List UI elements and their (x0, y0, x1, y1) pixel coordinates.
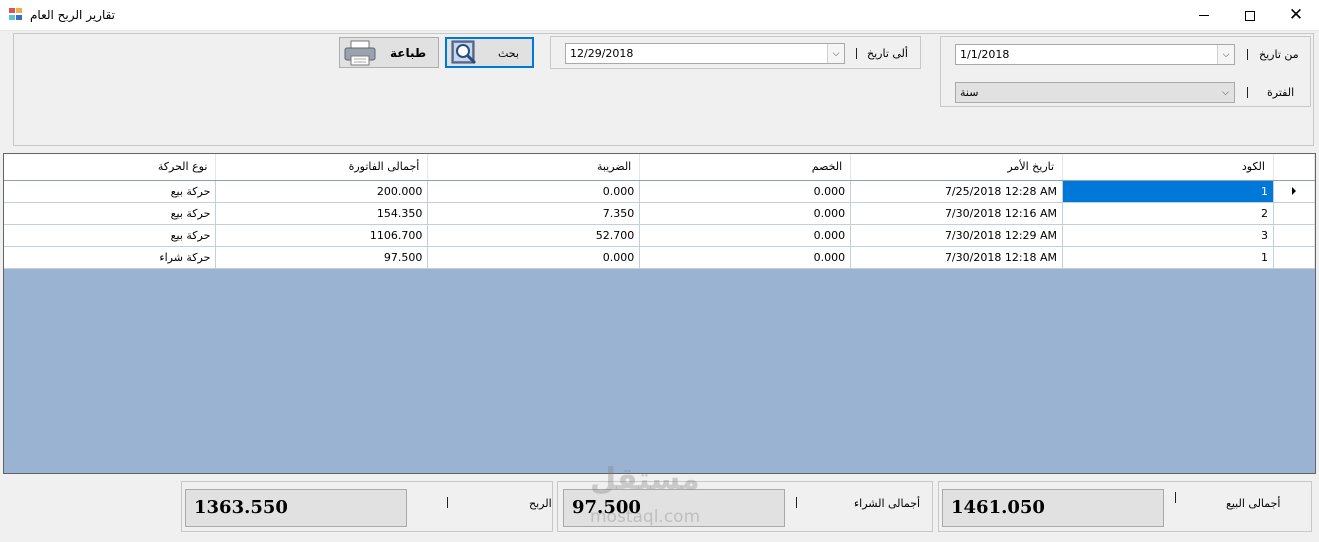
table-row[interactable]: حركة بيع 154.350 7.350 0.000 7/30/2018 1… (4, 202, 1315, 225)
maximize-icon (1245, 10, 1255, 21)
cell-tax[interactable]: 7.350 (427, 202, 641, 225)
profit-label: الربح (529, 497, 552, 510)
table-row[interactable]: حركة بيع 1106.700 52.700 0.000 7/30/2018… (4, 224, 1315, 247)
cell-invoice-total[interactable]: 1106.700 (215, 224, 429, 247)
column-header-tax[interactable]: الضريبة (427, 154, 641, 181)
column-header-movement-type[interactable]: نوع الحركة (4, 154, 217, 181)
chevron-down-icon[interactable]: ⌵ (1217, 45, 1234, 64)
maximize-button[interactable] (1227, 0, 1273, 31)
from-date-value: 1/1/2018 (960, 48, 1010, 61)
cell-tax[interactable]: 52.700 (427, 224, 641, 247)
printer-icon (344, 40, 376, 66)
cell-tax[interactable]: 0.000 (427, 246, 641, 269)
sales-total-label: أجمالى البيع (1226, 497, 1281, 510)
separator (447, 497, 448, 508)
table-header: نوع الحركة أجمالى الفاتورة الضريبة الخصم… (4, 154, 1315, 181)
title-bar: تقارير الربح العام ✕ (0, 0, 1319, 31)
profit-group: 1363.550 الربح (181, 481, 553, 532)
results-table: نوع الحركة أجمالى الفاتورة الضريبة الخصم… (4, 154, 1315, 269)
cell-order-date[interactable]: 7/25/2018 12:28 AM (850, 180, 1064, 203)
period-label: الفترة (1267, 86, 1295, 99)
print-button-label: طباعة (390, 46, 427, 60)
chevron-down-icon[interactable]: ⌵ (1217, 83, 1234, 102)
cell-invoice-total[interactable]: 97.500 (215, 246, 429, 269)
row-header[interactable] (1273, 246, 1315, 269)
row-header[interactable] (1273, 202, 1315, 225)
print-button[interactable]: طباعة (339, 37, 439, 68)
from-date-group: 1/1/2018 ⌵ من تاريخ سنة ⌵ الفترة (940, 36, 1311, 107)
period-value: سنة (960, 86, 979, 99)
row-header[interactable] (1273, 224, 1315, 247)
cell-order-date[interactable]: 7/30/2018 12:29 AM (850, 224, 1064, 247)
cell-tax[interactable]: 0.000 (427, 180, 641, 203)
purchase-total-label: أجمالى الشراء (854, 497, 921, 510)
table-row[interactable]: حركة شراء 97.500 0.000 0.000 7/30/2018 1… (4, 246, 1315, 269)
current-row-arrow-icon (1291, 186, 1296, 195)
from-date-picker[interactable]: 1/1/2018 ⌵ (955, 44, 1235, 65)
filter-panel: 1/1/2018 ⌵ من تاريخ سنة ⌵ الفترة 12/29/2… (13, 33, 1314, 146)
cell-order-date[interactable]: 7/30/2018 12:18 AM (850, 246, 1064, 269)
sales-total-value: 1461.050 (942, 489, 1164, 527)
separator (1247, 49, 1248, 60)
watermark-logo-text: مستقل (590, 462, 700, 497)
to-date-label: ألى تاريخ (867, 47, 908, 60)
separator (856, 48, 857, 59)
cell-discount[interactable]: 0.000 (639, 224, 852, 247)
to-date-picker[interactable]: 12/29/2018 ⌵ (565, 43, 845, 64)
cell-code[interactable]: 1 (1062, 246, 1274, 269)
cell-code[interactable]: 3 (1062, 224, 1274, 247)
cell-code[interactable]: 2 (1062, 202, 1274, 225)
period-select[interactable]: سنة ⌵ (955, 82, 1235, 103)
from-date-label: من تاريخ (1259, 48, 1299, 61)
separator (1175, 492, 1176, 503)
search-button-label: بحث (498, 47, 519, 60)
watermark-url: mostaql.com (590, 507, 701, 527)
cell-movement-type[interactable]: حركة بيع (4, 180, 217, 203)
window-title: تقارير الربح العام (30, 8, 116, 22)
cell-invoice-total[interactable]: 200.000 (215, 180, 429, 203)
close-button[interactable]: ✕ (1273, 0, 1319, 31)
to-date-value: 12/29/2018 (570, 47, 634, 60)
close-icon: ✕ (1288, 5, 1304, 25)
separator (1247, 87, 1248, 98)
cell-order-date[interactable]: 7/30/2018 12:16 AM (850, 202, 1064, 225)
cell-discount[interactable]: 0.000 (639, 202, 852, 225)
row-header-corner (1273, 154, 1315, 181)
cell-discount[interactable]: 0.000 (639, 180, 852, 203)
cell-movement-type[interactable]: حركة شراء (4, 246, 217, 269)
column-header-code[interactable]: الكود (1062, 154, 1274, 181)
cell-code[interactable]: 1 (1062, 180, 1274, 203)
search-button[interactable]: بحث (445, 37, 534, 68)
minimize-icon (1199, 15, 1209, 16)
cell-movement-type[interactable]: حركة بيع (4, 224, 217, 247)
results-grid[interactable]: نوع الحركة أجمالى الفاتورة الضريبة الخصم… (3, 153, 1316, 474)
magnifier-icon (451, 40, 477, 65)
column-header-invoice-total[interactable]: أجمالى الفاتورة (215, 154, 429, 181)
cell-invoice-total[interactable]: 154.350 (215, 202, 429, 225)
sales-total-group: 1461.050 أجمالى البيع (938, 481, 1312, 532)
column-header-order-date[interactable]: تاريخ الأمر (850, 154, 1064, 181)
cell-movement-type[interactable]: حركة بيع (4, 202, 217, 225)
table-row[interactable]: حركة بيع 200.000 0.000 0.000 7/25/2018 1… (4, 180, 1315, 203)
column-header-discount[interactable]: الخصم (639, 154, 852, 181)
watermark: مستقل mostaql.com (590, 462, 700, 528)
to-date-group: 12/29/2018 ⌵ ألى تاريخ (550, 36, 921, 69)
separator (796, 497, 797, 508)
profit-value: 1363.550 (185, 489, 407, 527)
chevron-down-icon[interactable]: ⌵ (827, 44, 844, 63)
minimize-button[interactable] (1181, 0, 1227, 31)
cell-discount[interactable]: 0.000 (639, 246, 852, 269)
row-header[interactable] (1273, 180, 1315, 203)
app-icon (9, 8, 23, 21)
